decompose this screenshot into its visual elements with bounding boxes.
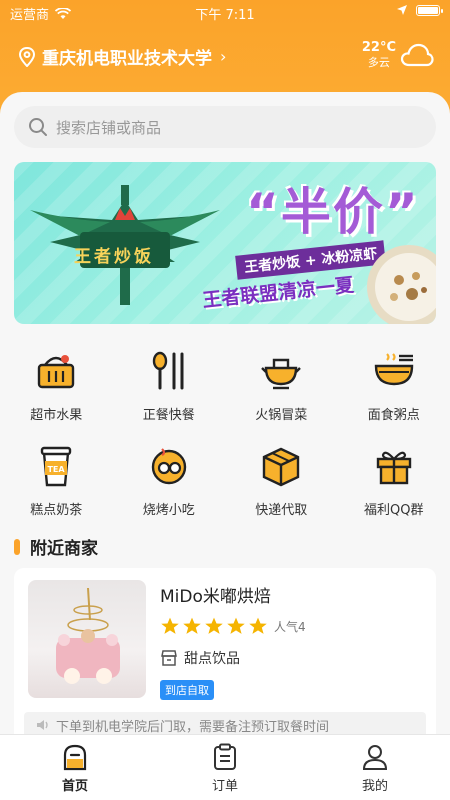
merchant-notice-text: 下单到机电学院后门取，需要备注预订取餐时间	[56, 719, 330, 735]
noodle-bowl-icon	[371, 348, 417, 394]
star-icon	[249, 617, 267, 634]
merchant-category-label: 甜点饮品	[184, 651, 240, 667]
merchant-name: MiDo米嘟烘焙	[160, 587, 271, 607]
weather-widget: 22°C 多云	[362, 40, 434, 70]
speaker-icon	[37, 720, 48, 730]
gift-icon	[371, 443, 417, 489]
merchant-category: 甜点饮品	[160, 648, 240, 668]
star-icon	[227, 617, 245, 634]
category-meals[interactable]: 正餐快餐	[113, 348, 226, 423]
star-icon	[205, 617, 223, 634]
section-title-text: 附近商家	[30, 539, 98, 559]
star-icon	[161, 617, 179, 634]
shop-icon	[161, 650, 177, 666]
promo-banner[interactable]: 王者炒饭 “半价” 王者炒饭 + 冰粉凉虾 王者联盟清凉一夏	[14, 162, 436, 324]
banner-headline: “半价”	[246, 183, 420, 241]
search-bar[interactable]: 搜索店铺或商品	[14, 106, 436, 148]
chevron-right-icon: ›	[220, 47, 227, 66]
category-label: 福利QQ群	[364, 503, 424, 518]
hotpot-icon	[258, 348, 304, 394]
merchant-popularity: 人气4	[274, 619, 306, 634]
tab-home-label: 首页	[61, 779, 88, 794]
user-icon	[362, 745, 388, 770]
search-icon	[29, 118, 47, 136]
section-accent-bar	[14, 538, 20, 555]
category-bbq[interactable]: 烧烤小吃	[113, 443, 226, 518]
category-supermarket[interactable]: 超市水果	[0, 348, 113, 423]
bbq-icon	[146, 443, 192, 489]
location-arrow-icon	[397, 5, 407, 15]
bottom-tab-bar: 首页 订单 我的	[0, 734, 450, 800]
category-label: 正餐快餐	[142, 408, 195, 423]
category-label: 超市水果	[30, 408, 83, 423]
tab-orders[interactable]: 订单	[150, 735, 300, 800]
main-content: 搜索店铺或商品 王者炒饭 “半价” 王者炒饭 + 冰粉凉虾 王者联盟清凉一夏 超…	[0, 92, 450, 742]
battery-icon	[416, 4, 443, 16]
map-pin-icon	[18, 46, 36, 67]
home-icon	[63, 744, 87, 771]
nearby-section-title: 附近商家	[14, 534, 98, 559]
package-icon	[258, 443, 304, 489]
category-delivery[interactable]: 快递代取	[225, 443, 338, 518]
merchant-photo	[28, 580, 146, 698]
tab-mine-label: 我的	[361, 779, 388, 794]
category-desserts[interactable]: TEA 糕点奶茶	[0, 443, 113, 518]
dessert-bowl-image	[367, 245, 436, 324]
category-label: 糕点奶茶	[30, 503, 83, 518]
tea-cup-icon: TEA	[33, 443, 79, 489]
category-noodles[interactable]: 面食粥点	[338, 348, 450, 423]
banner-logo-text: 王者炒饭	[74, 247, 154, 267]
tab-home[interactable]: 首页	[0, 735, 150, 800]
status-right	[396, 4, 443, 16]
star-icon	[183, 617, 201, 634]
search-placeholder: 搜索店铺或商品	[56, 118, 162, 137]
weather-condition: 多云	[367, 56, 390, 69]
category-label: 面食粥点	[367, 408, 420, 423]
category-qq-group[interactable]: 福利QQ群	[338, 443, 450, 518]
location-selector[interactable]: 重庆机电职业技术大学 ›	[18, 44, 226, 69]
status-time: 下午 7:11	[195, 8, 255, 23]
category-hotpot[interactable]: 火锅冒菜	[225, 348, 338, 423]
tab-mine[interactable]: 我的	[300, 735, 450, 800]
rating-stars: 人气4	[160, 616, 306, 636]
weather-temperature: 22°C	[361, 40, 396, 55]
clipboard-icon	[214, 743, 236, 770]
basket-icon	[33, 348, 79, 394]
category-label: 快递代取	[255, 503, 308, 518]
category-grid: 超市水果 正餐快餐 火锅冒菜 面食粥点 TEA 糕点奶茶 烧烤小吃 快递代取 福…	[0, 348, 450, 518]
category-label: 火锅冒菜	[255, 408, 308, 423]
svg-text:TEA: TEA	[48, 465, 66, 474]
location-label: 重庆机电职业技术大学	[42, 49, 212, 69]
category-label: 烧烤小吃	[142, 503, 195, 518]
pickup-tag: 到店自取	[160, 680, 214, 700]
cloud-icon	[400, 43, 434, 67]
merchant-card[interactable]: MiDo米嘟烘焙 人气4 甜点饮品 到店自取 下单到机电学院后门取，需要备注预订…	[14, 568, 436, 742]
status-bar: 运营商 下午 7:11	[0, 0, 450, 26]
spoon-chopsticks-icon	[146, 348, 192, 394]
tab-orders-label: 订单	[211, 779, 238, 794]
